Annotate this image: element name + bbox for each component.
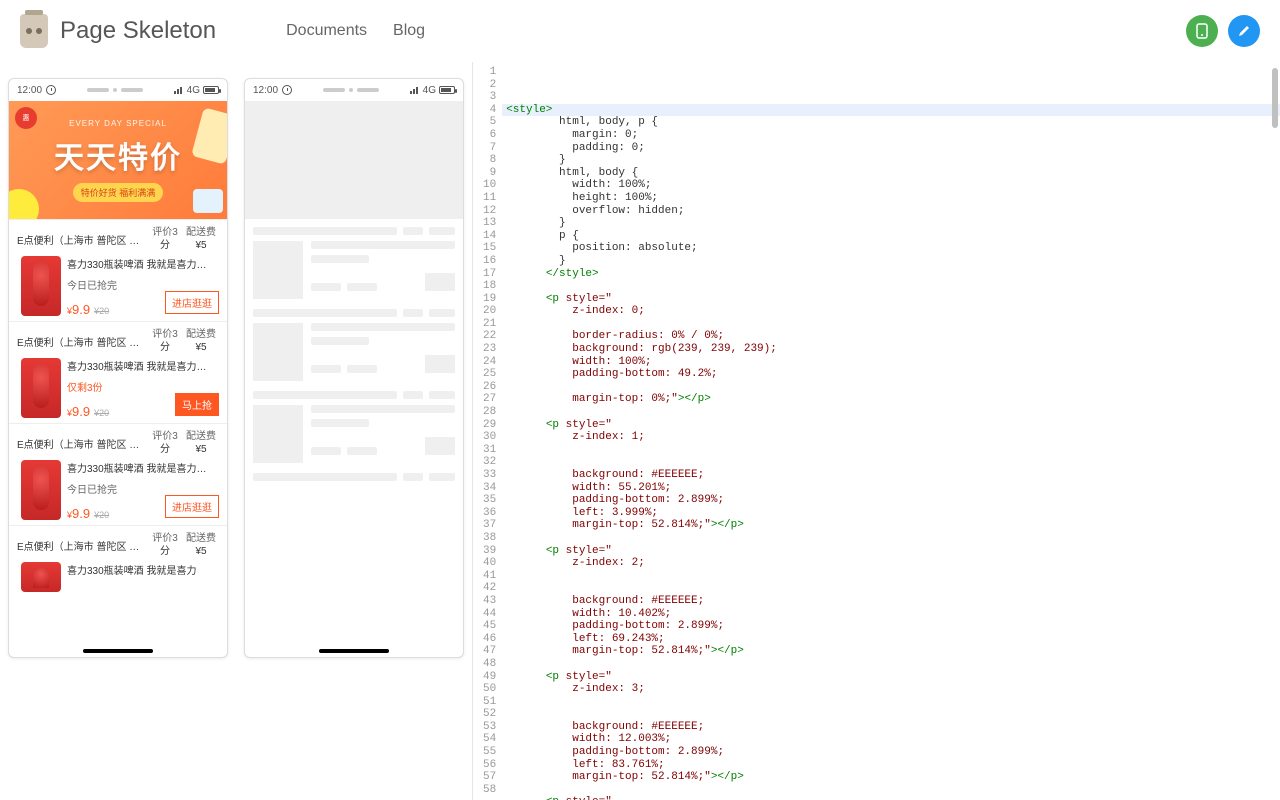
header: Page Skeleton Documents Blog [0, 0, 1280, 62]
nav-documents[interactable]: Documents [286, 22, 367, 40]
main: 12:00 4G 惠 EVERY DAY SPECIAL 天天特价 特价好货 福… [0, 62, 1280, 800]
banner-subtitle: EVERY DAY SPECIAL [69, 119, 167, 128]
edit-button[interactable] [1228, 15, 1260, 47]
nav: Documents Blog [286, 22, 425, 40]
product-image [21, 460, 61, 520]
scrollbar[interactable] [1272, 68, 1278, 128]
status-bar: 12:00 4G [245, 79, 463, 101]
device-preview-button[interactable] [1186, 15, 1218, 47]
logo-icon [20, 14, 48, 48]
battery-icon [203, 86, 219, 94]
network-label: 4G [187, 85, 200, 96]
skeleton-image [253, 323, 303, 381]
banner-tag: 特价好货 福利满满 [73, 183, 164, 202]
product-status: 仅剩3份 [67, 379, 219, 394]
signal-icon [174, 86, 184, 94]
battery-icon [439, 86, 455, 94]
home-indicator [83, 649, 153, 653]
product-image [21, 562, 61, 592]
skeleton-banner [245, 101, 463, 219]
buy-now-button[interactable]: 马上抢 [175, 393, 219, 416]
product-image [21, 256, 61, 316]
nav-blog[interactable]: Blog [393, 22, 425, 40]
phone-preview-skeleton: 12:00 4G [244, 78, 464, 658]
promo-banner[interactable]: 惠 EVERY DAY SPECIAL 天天特价 特价好货 福利满满 [9, 101, 227, 219]
product-title: 喜力330瓶装啤酒 我就是喜力… [67, 256, 219, 271]
phone-preview-original: 12:00 4G 惠 EVERY DAY SPECIAL 天天特价 特价好货 福… [8, 78, 228, 658]
status-time: 12:00 [17, 85, 42, 96]
status-bar: 12:00 4G [9, 79, 227, 101]
clock-icon [282, 85, 292, 95]
product-image [21, 358, 61, 418]
banner-title: 天天特价 [9, 101, 227, 177]
skeleton-image [253, 241, 303, 299]
signal-icon [410, 86, 420, 94]
logo[interactable]: Page Skeleton [20, 14, 216, 48]
code-editor[interactable]: 1234567891011121314151617181920212223242… [473, 62, 1280, 800]
product-status: 今日已抢完 [67, 277, 219, 292]
gutter: 1234567891011121314151617181920212223242… [473, 62, 502, 800]
home-indicator [319, 649, 389, 653]
enter-store-button[interactable]: 进店逛逛 [165, 495, 219, 518]
enter-store-button[interactable]: 进店逛逛 [165, 291, 219, 314]
code-content[interactable]: <style> html, body, p { margin: 0; paddi… [502, 62, 1280, 800]
banner-badge-icon: 惠 [15, 107, 37, 129]
clock-icon [46, 85, 56, 95]
app-title: Page Skeleton [60, 17, 216, 45]
skeleton-image [253, 405, 303, 463]
store-name: E点便利（上海市 普陀区 真… [17, 232, 147, 247]
